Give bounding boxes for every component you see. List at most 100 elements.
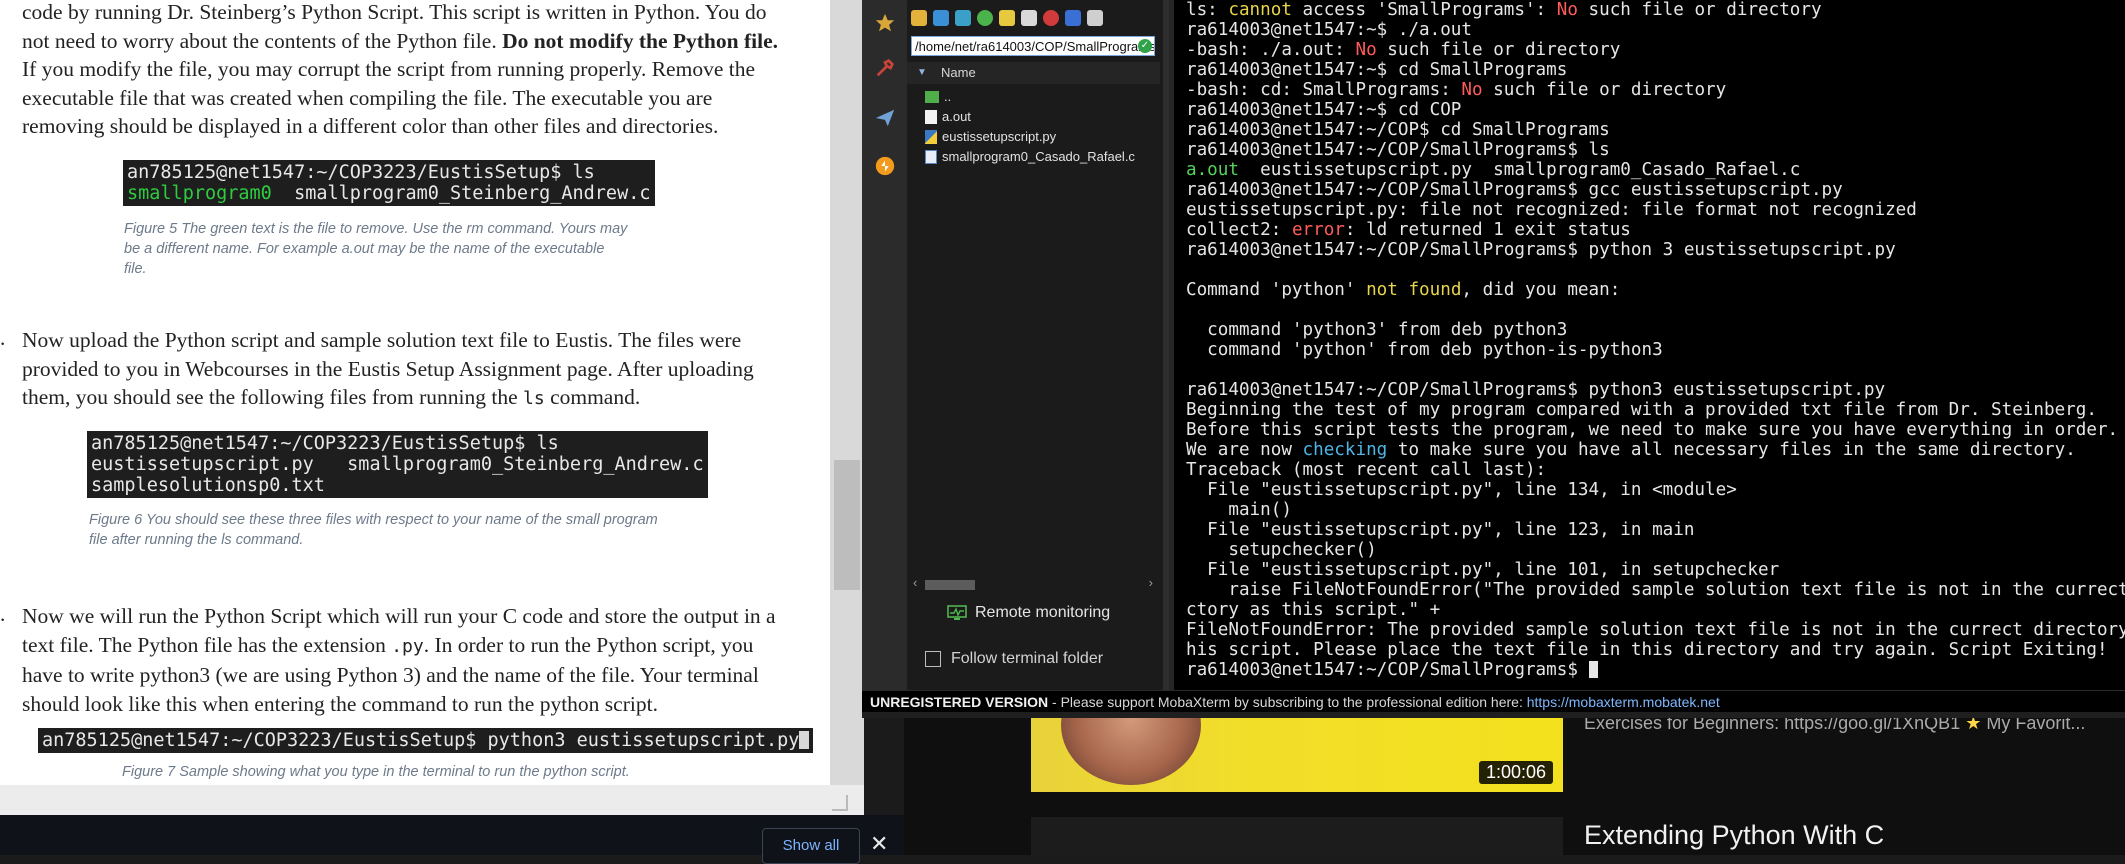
mobaxterm-window: /home/net/ra614003/COP/SmallPrograms ✓ ▼… xyxy=(862,0,2125,718)
scroll-right-icon[interactable]: › xyxy=(1149,575,1153,590)
file-list-item[interactable]: a.out xyxy=(925,108,971,126)
terminal-line: Beginning the test of my program compare… xyxy=(1186,400,2097,420)
upload-icon[interactable] xyxy=(955,10,971,26)
resize-grip-icon[interactable] xyxy=(832,795,848,811)
close-icon[interactable]: ✕ xyxy=(870,833,888,855)
video-thumbnail[interactable]: 1:00:06 xyxy=(1031,705,1563,792)
follow-folder-label: Follow terminal folder xyxy=(951,650,1104,667)
para-line: should look like this when entering the … xyxy=(22,691,658,716)
mobatek-link[interactable]: https://mobaxterm.mobatek.net xyxy=(1527,694,1720,710)
fig5-executable-name: smallprogram0 xyxy=(127,183,272,204)
terminal-line: ra614003@net1547:~$ ./a.out xyxy=(1186,20,1472,40)
path-confirm-icon[interactable]: ✓ xyxy=(1138,39,1152,53)
parent-folder-icon xyxy=(925,91,939,103)
permissions-icon[interactable] xyxy=(1087,10,1103,26)
terminal-line: Traceback (most recent call last): xyxy=(1186,460,1547,480)
terminal-line: a.out eustissetupscript.py smallprogram0… xyxy=(1186,160,1800,180)
terminal-line: ra614003@net1547:~/COP/SmallPrograms$ ls xyxy=(1186,140,1610,160)
terminal-output[interactable]: ls: cannot access 'SmallPrograms': No su… xyxy=(1174,0,2125,690)
new-folder-icon[interactable] xyxy=(999,10,1015,26)
fig7-line1: an785125@net1547:~/COP3223/EustisSetup$ … xyxy=(42,730,800,751)
terminal-line: ctory as this script." + xyxy=(1186,600,1441,620)
figure-7-terminal: an785125@net1547:~/COP3223/EustisSetup$ … xyxy=(38,728,814,753)
terminal-line: eustissetupscript.py: file not recognize… xyxy=(1186,200,1917,220)
para-line: text file. The Python file has the exten… xyxy=(22,632,392,657)
terminal-line: command 'python' from deb python-is-pyth… xyxy=(1186,340,1663,360)
new-file-icon[interactable] xyxy=(1021,10,1037,26)
follow-folder-checkbox[interactable] xyxy=(925,651,941,667)
scroll-left-icon[interactable]: ‹ xyxy=(913,575,917,590)
terminal-line: setupchecker() xyxy=(1186,540,1377,560)
para-line: executable file that was created when co… xyxy=(22,85,713,110)
para-line: Now upload the Python script and sample … xyxy=(22,328,742,352)
video-thumbnail[interactable] xyxy=(1031,817,1563,857)
file-list-item[interactable]: eustissetupscript.py xyxy=(925,128,1056,146)
terminal-line: main() xyxy=(1186,500,1292,520)
caption-line: be a different name. For example a.out m… xyxy=(124,241,605,257)
para-line: removing should be displayed in a differ… xyxy=(22,114,719,138)
terminal-line: Command 'python' not found, did you mean… xyxy=(1186,280,1620,300)
list-number: . xyxy=(0,602,6,626)
term-text: a.out xyxy=(1186,160,1239,180)
term-text: error xyxy=(1291,220,1345,240)
file-list-item[interactable]: smallprogram0_Casado_Rafael.c xyxy=(925,148,1135,166)
terminal-line: ra614003@net1547:~/COP$ cd SmallPrograms xyxy=(1186,120,1610,140)
terminal-line: collect2: error: ld returned 1 exit stat… xyxy=(1186,220,1631,240)
term-text: access 'SmallPrograms': xyxy=(1291,0,1557,20)
editor-statusbar-behind xyxy=(862,712,2125,718)
term-text: No xyxy=(1556,0,1578,20)
terminal-line: his script. Please place the text file i… xyxy=(1186,640,2108,660)
terminal-cursor xyxy=(1588,661,1598,678)
terminal-line: ra614003@net1547:~/COP/SmallPrograms$ py… xyxy=(1186,380,1886,400)
follow-terminal-folder-toggle[interactable]: Follow terminal folder xyxy=(925,650,1103,668)
term-text: not found xyxy=(1366,280,1462,300)
file-list-header[interactable]: ▼ Name xyxy=(907,62,1160,84)
fig6-line3: samplesolutionsp0.txt xyxy=(91,475,325,496)
remote-monitoring-button[interactable]: Remote monitoring xyxy=(947,604,1110,622)
c-file-icon xyxy=(925,150,937,164)
video-title[interactable]: Extending Python With C xyxy=(1584,820,1884,851)
term-text: checking xyxy=(1302,440,1388,460)
show-all-button[interactable]: Show all xyxy=(762,828,860,864)
star-sessions-icon[interactable] xyxy=(872,10,898,36)
term-text: : ld returned 1 exit status xyxy=(1344,220,1631,240)
terminal-line: -bash: cd: SmallPrograms: No such file o… xyxy=(1186,80,1726,100)
sftp-toolbar xyxy=(911,4,1103,32)
terminal-line: Before this script tests the program, we… xyxy=(1186,420,2119,440)
hscroll-thumb[interactable] xyxy=(925,580,975,590)
para-line: them, you should see the following files… xyxy=(22,385,523,409)
video-page-background: 1:00:06 Exercises for Beginners: https:/… xyxy=(904,705,2125,857)
para-line: not need to worry about the contents of … xyxy=(22,28,497,53)
python-file-icon xyxy=(925,130,937,144)
macro-icon[interactable] xyxy=(872,153,898,179)
figure-5-terminal: an785125@net1547:~/COP3223/EustisSetup$ … xyxy=(123,160,655,206)
figure-6-caption: Figure 6 You should see these three file… xyxy=(89,510,789,550)
document-scrollbar[interactable] xyxy=(830,0,864,785)
fig6-line1: an785125@net1547:~/COP3223/EustisSetup$ … xyxy=(91,433,559,454)
panel-splitter[interactable] xyxy=(1163,0,1169,690)
terminal-line: ra614003@net1547:~$ cd SmallPrograms xyxy=(1186,60,1568,80)
folder-up-icon[interactable] xyxy=(911,10,927,26)
para-line: If you modify the file, you may corrupt … xyxy=(22,57,756,81)
download-icon[interactable] xyxy=(933,10,949,26)
term-text: collect2: xyxy=(1186,220,1292,240)
document-statusbar xyxy=(0,785,864,815)
term-text: -bash: ./a.out: xyxy=(1186,40,1356,60)
file-list-hscrollbar[interactable]: ‹ › xyxy=(913,575,1153,592)
terminal-line: File "eustissetupscript.py", line 101, i… xyxy=(1186,560,1780,580)
file-list-item[interactable]: .. xyxy=(925,88,951,106)
sftp-browser-panel: /home/net/ra614003/COP/SmallPrograms ✓ ▼… xyxy=(907,0,1166,690)
tools-icon[interactable] xyxy=(872,55,898,81)
document-page: code by running Dr. Steinberg’s Python S… xyxy=(0,0,830,785)
refresh-icon[interactable] xyxy=(977,10,993,26)
file-name: smallprogram0_Casado_Rafael.c xyxy=(942,149,1135,164)
delete-icon[interactable] xyxy=(1043,10,1059,26)
sftp-send-icon[interactable] xyxy=(872,105,898,131)
rename-icon[interactable] xyxy=(1065,10,1081,26)
document-scrollbar-thumb[interactable] xyxy=(834,460,860,590)
terminal-line: ra614003@net1547:~/COP/SmallPrograms$ gc… xyxy=(1186,180,1843,200)
para-line: Now we will run the Python Script which … xyxy=(22,604,776,628)
unregistered-label: UNREGISTERED VERSION xyxy=(870,694,1049,710)
para-line: provided to you in Webcourses in the Eus… xyxy=(22,356,754,381)
sftp-path-input[interactable]: /home/net/ra614003/COP/SmallPrograms ✓ xyxy=(911,36,1155,56)
